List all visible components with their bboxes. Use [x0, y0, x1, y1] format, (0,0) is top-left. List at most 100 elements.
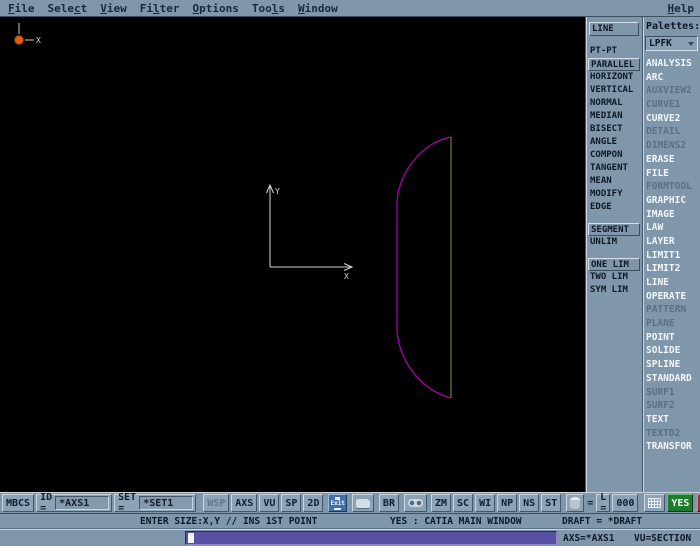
palette-item[interactable]: LIMIT2 [643, 262, 700, 276]
menu-item[interactable]: View [100, 2, 127, 15]
palette-item[interactable]: TEXT [643, 413, 700, 427]
line-option[interactable]: MEAN [588, 175, 640, 188]
palette-item[interactable]: CURVE2 [643, 112, 700, 126]
menu-item-help[interactable]: Help [668, 2, 695, 15]
line-option[interactable]: MEDIAN [588, 110, 640, 123]
line-option[interactable]: MODIFY [588, 188, 640, 201]
menu-item[interactable]: Window [298, 2, 338, 15]
palette-dropdown[interactable]: LPFK [645, 36, 698, 51]
palette-item[interactable]: FORMTOOL [643, 180, 700, 194]
view-mode-buttons: AXS VU SP 2D [231, 494, 324, 512]
window-mode-button[interactable]: WI [475, 494, 496, 512]
palette-item[interactable]: CURVE1 [643, 98, 700, 112]
palette-item[interactable]: LAYER [643, 235, 700, 249]
menu-item[interactable]: Filter [140, 2, 180, 15]
line-option[interactable]: PARALLEL [588, 58, 640, 71]
trim-options: SEGMENT UNLIM [586, 223, 642, 249]
window-mode-button[interactable]: NP [497, 494, 518, 512]
layer-button[interactable]: L = [596, 492, 611, 514]
menu-bar: File Select View Filter Options Tools Window H… [0, 0, 700, 17]
palette-item[interactable]: SURF1 [643, 386, 700, 400]
profile-curve [396, 136, 452, 399]
palette-item[interactable]: LAW [643, 221, 700, 235]
line-option[interactable]: EDGE [588, 201, 640, 214]
text-cursor [188, 533, 194, 543]
line-option[interactable]: NORMAL [588, 97, 640, 110]
command-bar: AXS=*AXS1 VU=SECTION [0, 529, 700, 546]
palette-item[interactable]: DIMENS2 [643, 139, 700, 153]
palette-item[interactable]: ANALYSIS [643, 57, 700, 71]
limit-option[interactable]: ONE LIM [588, 258, 640, 271]
line-panel-title: LINE [589, 22, 639, 36]
palette-item[interactable]: SOLIDE [643, 344, 700, 358]
current-view-label: VU=SECTION [634, 533, 692, 544]
grid-button[interactable] [644, 494, 666, 512]
print-button[interactable] [351, 494, 374, 512]
layer-number-button[interactable]: 000 [612, 494, 639, 512]
stereo-view-button[interactable] [403, 494, 427, 512]
line-option[interactable]: PT-PT [588, 45, 640, 58]
palette-item[interactable]: SURF2 [643, 399, 700, 413]
palette-item[interactable]: PATTERN [643, 303, 700, 317]
id-axis-combo: ID = *AXS1 [36, 492, 113, 514]
printer-icon [355, 498, 370, 508]
yes-button[interactable]: YES [667, 494, 694, 512]
set-value-field[interactable]: *SET1 [139, 496, 194, 510]
view-mode-button[interactable]: VU [259, 494, 280, 512]
drawing-canvas[interactable]: X Y X [0, 17, 585, 492]
trim-option[interactable]: UNLIM [588, 236, 640, 249]
br-button[interactable]: BR [378, 494, 399, 512]
id-value-field[interactable]: *AXS1 [55, 496, 110, 510]
window-mode-button[interactable]: ZM [430, 494, 452, 512]
line-option[interactable]: BISECT [588, 123, 640, 136]
active-window-label: YES : CATIA MAIN WINDOW [390, 516, 522, 527]
view-mode-button[interactable]: SP [281, 494, 302, 512]
axis-x-label: X [344, 272, 349, 281]
palette-item[interactable]: IMAGE [643, 208, 700, 222]
trim-option[interactable]: SEGMENT [588, 223, 640, 236]
palette-item[interactable]: LIMIT1 [643, 249, 700, 263]
window-mode-button[interactable]: SC [453, 494, 474, 512]
line-option[interactable]: HORIZONT [588, 71, 640, 84]
palette-item[interactable]: PLANE [643, 317, 700, 331]
menu-item[interactable]: Select [48, 2, 88, 15]
palette-item[interactable]: ARC [643, 71, 700, 85]
palette-item[interactable]: LINE [643, 276, 700, 290]
line-option[interactable]: TANGENT [588, 162, 640, 175]
exit-button[interactable]: Exit [328, 494, 347, 512]
palette-item[interactable]: OPERATE [643, 290, 700, 304]
palette-item[interactable]: TRANSFOR [643, 440, 700, 454]
window-mode-button[interactable]: ST [541, 494, 562, 512]
menu-items: File Select View Filter Options Tools Window [0, 2, 338, 15]
limit-option[interactable]: SYM LIM [588, 284, 640, 297]
palette-item[interactable]: ERASE [643, 153, 700, 167]
menu-item[interactable]: File [8, 2, 35, 15]
palette-item[interactable]: POINT [643, 331, 700, 345]
layer-filter-button[interactable] [566, 494, 585, 512]
palette-item[interactable]: DETAIL [643, 125, 700, 139]
view-mode-button[interactable]: 2D [303, 494, 324, 512]
dropdown-arrow-icon [688, 41, 694, 46]
line-option[interactable]: COMPON [588, 149, 640, 162]
palette-item[interactable]: TEXTD2 [643, 427, 700, 441]
line-option[interactable]: ANGLE [588, 136, 640, 149]
window-mode-button[interactable]: NS [519, 494, 540, 512]
menu-item[interactable]: Tools [252, 2, 285, 15]
origin-x-label: X [36, 36, 41, 45]
menu-item[interactable]: Options [193, 2, 239, 15]
answer-buttons: YES NO INT [667, 494, 700, 512]
palette-item[interactable]: FILE [643, 167, 700, 181]
line-option[interactable]: VERTICAL [588, 84, 640, 97]
palette-item[interactable]: AUXVIEW2 [643, 84, 700, 98]
palette-item[interactable]: GRAPHIC [643, 194, 700, 208]
section-profile[interactable] [396, 136, 452, 399]
line-panel: LINE PT-PT PARALLEL HORIZONT VERTICAL NORMAL… [585, 17, 642, 492]
limit-options: ONE LIM TWO LIM SYM LIM [586, 258, 642, 297]
palette-item[interactable]: SPLINE [643, 358, 700, 372]
mbcs-button[interactable]: MBCS [2, 494, 35, 512]
view-mode-button[interactable]: AXS [231, 494, 258, 512]
grid-icon [648, 498, 662, 508]
command-input[interactable] [185, 531, 557, 545]
palette-item[interactable]: STANDARD [643, 372, 700, 386]
limit-option[interactable]: TWO LIM [588, 271, 640, 284]
